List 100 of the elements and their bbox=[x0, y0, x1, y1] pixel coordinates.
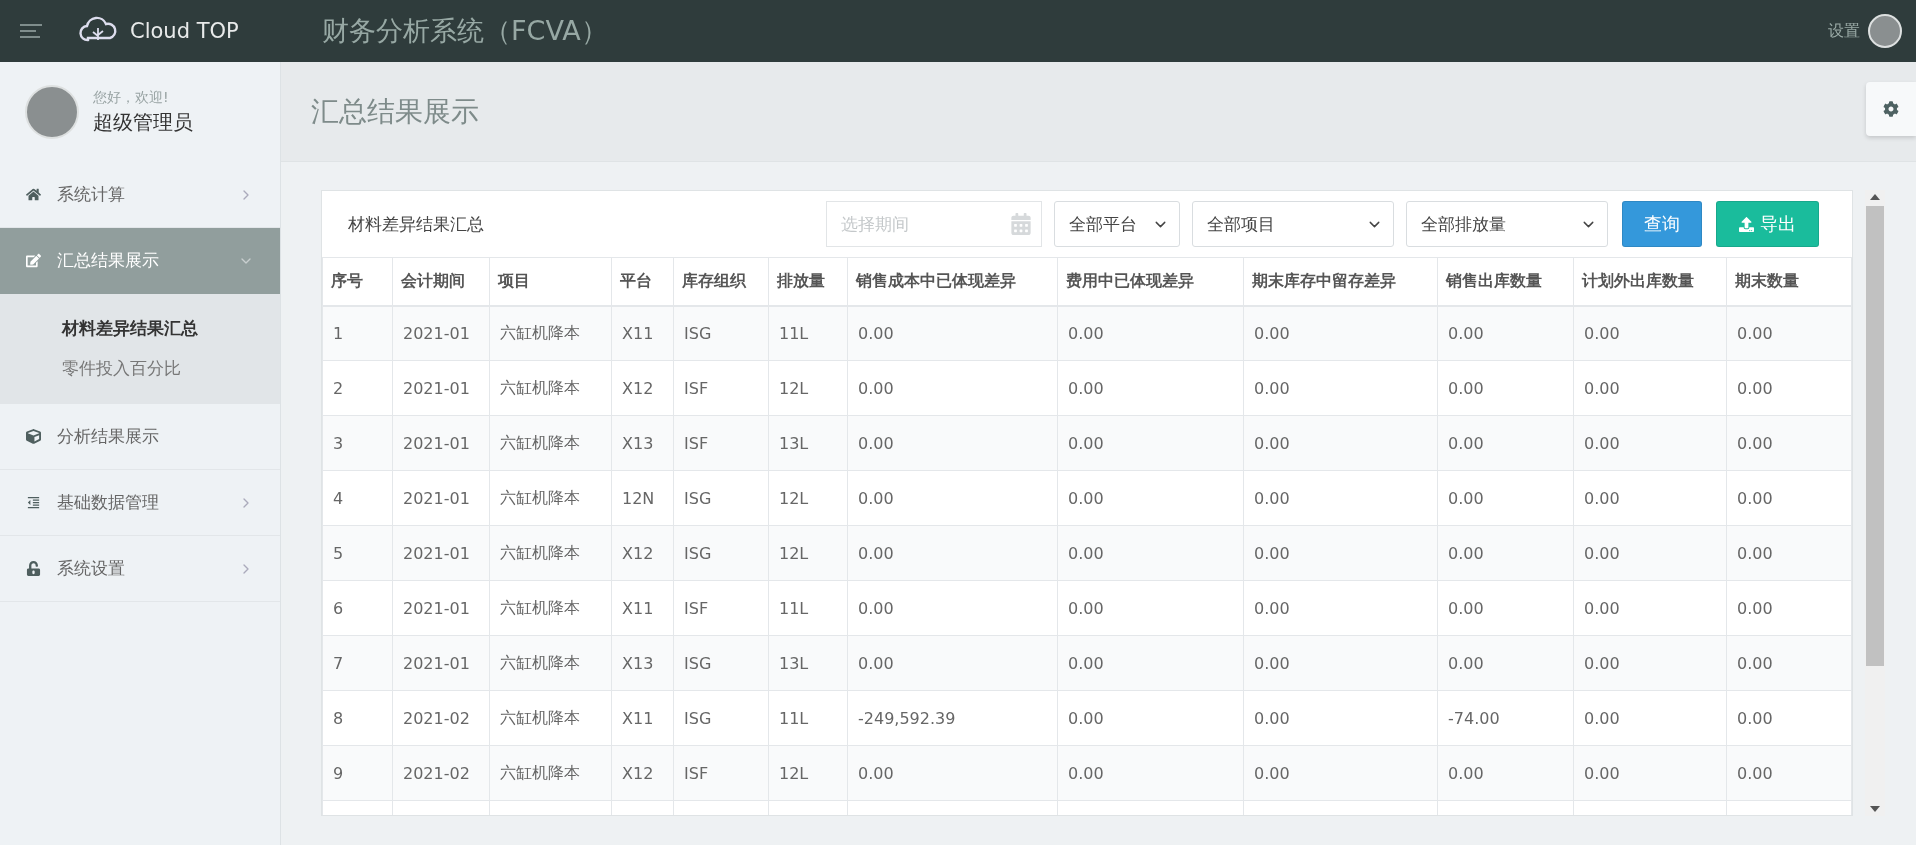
table-cell: ISF bbox=[673, 360, 769, 416]
column-header[interactable]: 销售出库数量 bbox=[1437, 257, 1574, 306]
table-cell: 0.00 bbox=[847, 580, 1058, 636]
table-cell: 2021-01 bbox=[392, 415, 490, 471]
column-header[interactable]: 计划外出库数量 bbox=[1573, 257, 1727, 306]
table-cell: 0.00 bbox=[1437, 470, 1574, 526]
settings-link[interactable]: 设置 bbox=[1828, 20, 1860, 42]
table-cell: 0.00 bbox=[1726, 635, 1852, 691]
table-cell: 0.00 bbox=[1573, 525, 1727, 581]
indent-list-icon bbox=[26, 495, 41, 510]
table-cell: 0.00 bbox=[1057, 305, 1244, 361]
table-cell: 0.00 bbox=[847, 470, 1058, 526]
table-cell: 9 bbox=[322, 745, 393, 801]
table-cell: 0.00 bbox=[1057, 415, 1244, 471]
table-cell: 0.00 bbox=[1243, 305, 1438, 361]
period-field[interactable]: 选择期间 bbox=[826, 201, 1042, 247]
column-header[interactable]: 期末库存中留存差异 bbox=[1243, 257, 1438, 306]
table-cell: ISG bbox=[673, 470, 769, 526]
table-cell: 0.00 bbox=[847, 745, 1058, 801]
table-cell: 六缸机降本 bbox=[489, 690, 612, 746]
table-cell: 0.00 bbox=[1057, 580, 1244, 636]
table-cell: 六缸机降本 bbox=[489, 635, 612, 691]
table-cell: 0.00 bbox=[1573, 745, 1727, 801]
card-title: 材料差异结果汇总 bbox=[348, 212, 485, 236]
column-header[interactable]: 会计期间 bbox=[392, 257, 490, 306]
nav-item[interactable]: 系统设置 bbox=[0, 536, 280, 602]
table-cell: 0.00 bbox=[1437, 415, 1574, 471]
avatar[interactable] bbox=[1868, 14, 1902, 48]
page-title: 汇总结果展示 bbox=[311, 93, 479, 130]
table-cell: -249,592.39 bbox=[847, 690, 1058, 746]
column-header[interactable]: 库存组织 bbox=[673, 257, 769, 306]
scroll-down-icon[interactable] bbox=[1870, 806, 1880, 812]
table-cell: 0.00 bbox=[1057, 470, 1244, 526]
upload-icon bbox=[1739, 216, 1754, 232]
table-cell: 12L bbox=[768, 360, 848, 416]
nav-item[interactable]: 基础数据管理 bbox=[0, 470, 280, 536]
table-cell: 0.00 bbox=[1437, 745, 1574, 801]
table-cell: 12N bbox=[611, 470, 674, 526]
filter-dropdown[interactable]: 全部平台 bbox=[1054, 201, 1180, 247]
cube-icon bbox=[26, 429, 41, 444]
settings-button[interactable] bbox=[1866, 81, 1916, 136]
table-cell: 0.00 bbox=[847, 635, 1058, 691]
table-cell: 0.00 bbox=[1726, 525, 1852, 581]
table-cell: 0.00 bbox=[1243, 580, 1438, 636]
column-header[interactable]: 平台 bbox=[611, 257, 674, 306]
table-cell: 0.00 bbox=[1057, 745, 1244, 801]
table-cell: X13 bbox=[611, 415, 674, 471]
table-cell: 0.00 bbox=[1437, 360, 1574, 416]
table-cell: 2021-01 bbox=[392, 470, 490, 526]
column-header[interactable]: 销售成本中已体现差异 bbox=[847, 257, 1058, 306]
column-header[interactable]: 排放量 bbox=[768, 257, 848, 306]
table-cell: 0.00 bbox=[1726, 690, 1852, 746]
column-header[interactable]: 序号 bbox=[322, 257, 393, 306]
column-header[interactable]: 期末数量 bbox=[1726, 257, 1852, 306]
table-cell: 六缸机降本 bbox=[489, 360, 612, 416]
table-cell: 0.00 bbox=[1573, 470, 1727, 526]
table-cell: 0.00 bbox=[1573, 305, 1727, 361]
table-cell: 8 bbox=[322, 690, 393, 746]
submenu-item[interactable]: 材料差异结果汇总 bbox=[62, 308, 280, 348]
user-avatar bbox=[25, 85, 79, 139]
table-cell: 0.00 bbox=[1057, 360, 1244, 416]
table-cell: 0.00 bbox=[1243, 470, 1438, 526]
table-cell: 0.00 bbox=[847, 415, 1058, 471]
table-cell: 0.00 bbox=[1573, 415, 1727, 471]
table-cell: 0.00 bbox=[1057, 690, 1244, 746]
table-cell: 0.00 bbox=[1726, 415, 1852, 471]
table-cell: 0.00 bbox=[1573, 635, 1727, 691]
table-cell: 2021-01 bbox=[392, 305, 490, 361]
table-cell: X11 bbox=[611, 580, 674, 636]
scroll-up-icon[interactable] bbox=[1870, 194, 1880, 200]
table-cell: 13L bbox=[768, 635, 848, 691]
brand-name: Cloud TOP bbox=[130, 19, 240, 43]
menu-icon[interactable] bbox=[20, 24, 42, 38]
calendar-icon bbox=[1010, 213, 1032, 235]
table-cell: ISG bbox=[673, 305, 769, 361]
table-cell: X12 bbox=[611, 360, 674, 416]
user-name: 超级管理员 bbox=[93, 108, 193, 136]
table-cell: 3 bbox=[322, 415, 393, 471]
nav-item[interactable]: 分析结果展示 bbox=[0, 404, 280, 470]
column-header[interactable]: 费用中已体现差异 bbox=[1057, 257, 1244, 306]
table-cell: ISF bbox=[673, 580, 769, 636]
system-title: 财务分析系统（FCVA） bbox=[322, 14, 609, 48]
table-cell: 0.00 bbox=[847, 360, 1058, 416]
table-cell: 2021-02 bbox=[392, 690, 490, 746]
table-cell: 六缸机降本 bbox=[489, 415, 612, 471]
table-cell: 11L bbox=[768, 580, 848, 636]
table-cell: 2021-01 bbox=[392, 525, 490, 581]
filter-dropdown[interactable]: 全部项目 bbox=[1192, 201, 1394, 247]
greeting-text: 您好，欢迎! bbox=[93, 88, 170, 107]
filter-dropdown[interactable]: 全部排放量 bbox=[1406, 201, 1608, 247]
table-cell: 六缸机降本 bbox=[489, 525, 612, 581]
table-cell: 六缸机降本 bbox=[489, 305, 612, 361]
submenu-item[interactable]: 零件投入百分比 bbox=[62, 348, 280, 388]
table-cell: X12 bbox=[611, 525, 674, 581]
column-header[interactable]: 项目 bbox=[489, 257, 612, 306]
table-cell: 11L bbox=[768, 305, 848, 361]
table-cell: ISG bbox=[673, 525, 769, 581]
table-cell: 0.00 bbox=[1243, 525, 1438, 581]
table-cell: 六缸机降本 bbox=[489, 580, 612, 636]
table-cell: 2 bbox=[322, 360, 393, 416]
